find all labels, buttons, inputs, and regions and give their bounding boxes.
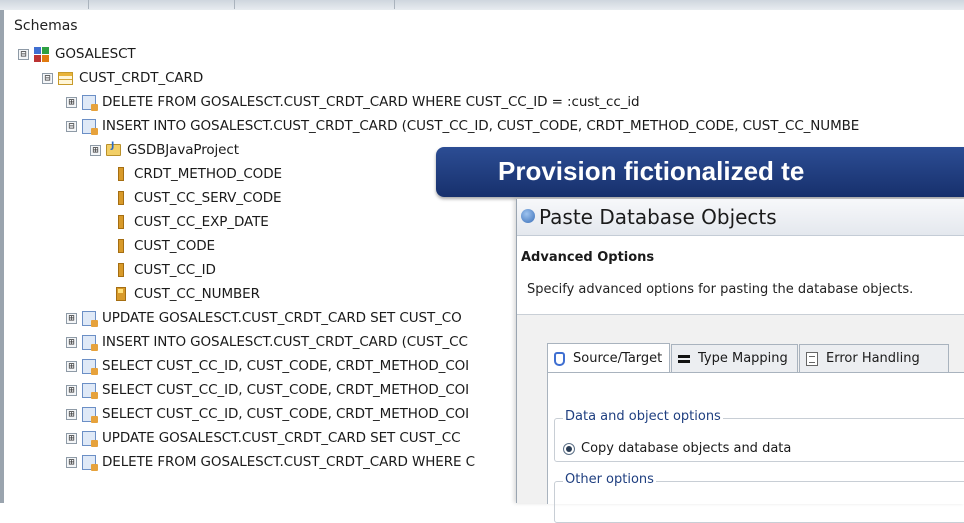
primary-key-column-icon [116, 287, 126, 301]
sql-statement-icon [82, 454, 98, 471]
statement-label: SELECT CUST_CC_ID, CUST_CODE, CRDT_METHO… [102, 382, 470, 398]
statement-label: SELECT CUST_CC_ID, CUST_CODE, CRDT_METHO… [102, 358, 470, 374]
group-label: Other options [563, 472, 656, 487]
expand-toggle-icon[interactable]: ⊞ [66, 384, 77, 396]
tree-node-statement[interactable]: ⊞ SELECT CUST_CC_ID, CUST_CODE, CRDT_MET… [66, 402, 469, 426]
banner-text: Provision fictionalized te [498, 156, 805, 186]
tree-node-statement[interactable]: ⊞ SELECT CUST_CC_ID, CUST_CODE, CRDT_MET… [66, 354, 469, 378]
tree-node-table[interactable]: ⊟ CUST_CRDT_CARD [42, 66, 203, 90]
sql-statement-icon [82, 382, 98, 399]
collapse-toggle-icon[interactable]: ⊟ [42, 72, 53, 84]
tab-label: Source/Target [573, 351, 663, 366]
dialog-app-icon [521, 209, 535, 223]
tree-node-column[interactable]: CRDT_METHOD_CODE [116, 162, 282, 186]
tab-source-target[interactable]: Source/Target [547, 343, 670, 373]
collapse-toggle-icon[interactable]: ⊟ [18, 48, 29, 60]
tab-error-handling[interactable]: Error Handling [799, 344, 949, 372]
collapse-toggle-icon[interactable]: ⊟ [66, 120, 77, 132]
copy-objects-and-data-option[interactable]: Copy database objects and data [563, 441, 791, 456]
document-icon [806, 351, 818, 366]
dialog-heading: Advanced Options [521, 250, 655, 265]
column-icon [118, 239, 124, 253]
expand-toggle-icon[interactable]: ⊞ [66, 360, 77, 372]
expand-toggle-icon[interactable]: ⊞ [90, 144, 101, 156]
sql-statement-icon [82, 358, 98, 375]
tree-node-project[interactable]: ⊞ GSDBJavaProject [90, 138, 239, 162]
tree-node-statement[interactable]: ⊞ DELETE FROM GOSALESCT.CUST_CRDT_CARD W… [66, 90, 640, 114]
column-label: CUST_CODE [134, 238, 215, 254]
table-icon [58, 71, 73, 85]
statement-label: DELETE FROM GOSALESCT.CUST_CRDT_CARD WHE… [102, 94, 640, 110]
statement-label: UPDATE GOSALESCT.CUST_CRDT_CARD SET CUST… [102, 310, 462, 326]
statement-label: INSERT INTO GOSALESCT.CUST_CRDT_CARD (CU… [102, 118, 860, 134]
radio-selected-icon[interactable] [563, 442, 575, 455]
radio-label: Copy database objects and data [581, 441, 792, 456]
column-icon [118, 167, 124, 181]
java-project-icon [106, 141, 121, 156]
tree-node-statement[interactable]: ⊟ INSERT INTO GOSALESCT.CUST_CRDT_CARD (… [66, 114, 859, 138]
title-banner: Provision fictionalized te [436, 147, 964, 197]
column-label: CUST_CC_ID [134, 262, 216, 278]
tree-node-statement[interactable]: ⊞ UPDATE GOSALESCT.CUST_CRDT_CARD SET CU… [66, 306, 462, 330]
statement-label: UPDATE GOSALESCT.CUST_CRDT_CARD SET CUST… [102, 430, 461, 446]
dialog-title: Paste Database Objects [539, 205, 777, 229]
sql-statement-icon [82, 310, 98, 327]
mapping-icon [678, 353, 690, 365]
statement-label: INSERT INTO GOSALESCT.CUST_CRDT_CARD (CU… [102, 334, 468, 350]
schema-icon [34, 46, 49, 62]
expand-toggle-icon[interactable]: ⊞ [66, 312, 77, 324]
group-label: Data and object options [563, 409, 723, 424]
column-icon [118, 215, 124, 229]
dialog-title-bar[interactable]: Paste Database Objects [517, 199, 964, 236]
project-label: GSDBJavaProject [127, 142, 239, 158]
tree-node-statement[interactable]: ⊞ UPDATE GOSALESCT.CUST_CRDT_CARD SET CU… [66, 426, 461, 450]
tree-node-column[interactable]: CUST_CC_EXP_DATE [116, 210, 269, 234]
sql-statement-icon [82, 406, 98, 423]
expand-toggle-icon[interactable]: ⊞ [66, 408, 77, 420]
toolbar-tab[interactable] [234, 0, 395, 9]
tab-label: Error Handling [826, 351, 920, 366]
schema-label: GOSALESCT [55, 46, 136, 62]
expand-toggle-icon[interactable]: ⊞ [66, 456, 77, 468]
expand-toggle-icon[interactable]: ⊞ [66, 96, 77, 108]
dialog-description: Specify advanced options for pasting the… [527, 282, 914, 297]
tree-node-schema[interactable]: ⊟ GOSALESCT [18, 42, 136, 66]
source-target-panel: Data and object options Copy database ob… [547, 372, 964, 523]
dialog-header-area: Advanced Options Specify advanced option… [517, 236, 964, 315]
table-label: CUST_CRDT_CARD [79, 70, 204, 86]
sql-statement-icon [82, 118, 98, 135]
tree-node-column[interactable]: CUST_CC_SERV_CODE [116, 186, 282, 210]
database-icon [554, 351, 565, 366]
toolbar-tab[interactable] [88, 0, 235, 9]
sql-statement-icon [82, 334, 98, 351]
tree-node-column[interactable]: CUST_CC_ID [116, 258, 216, 282]
schemas-header: Schemas [14, 18, 78, 34]
data-and-object-options-group: Data and object options Copy database ob… [554, 409, 964, 462]
statement-label: DELETE FROM GOSALESCT.CUST_CRDT_CARD WHE… [102, 454, 475, 470]
column-label: CRDT_METHOD_CODE [134, 166, 282, 182]
tree-node-statement[interactable]: ⊞ INSERT INTO GOSALESCT.CUST_CRDT_CARD (… [66, 330, 468, 354]
tree-node-column[interactable]: CUST_CC_NUMBER [116, 282, 260, 306]
tab-label: Type Mapping [698, 351, 788, 366]
expand-toggle-icon[interactable]: ⊞ [66, 336, 77, 348]
tree-node-column[interactable]: CUST_CODE [116, 234, 215, 258]
other-options-group: Other options [554, 472, 964, 523]
column-label: CUST_CC_SERV_CODE [134, 190, 282, 206]
paste-database-objects-dialog: Paste Database Objects Advanced Options … [516, 199, 964, 523]
column-icon [118, 263, 124, 277]
tree-node-statement[interactable]: ⊞ DELETE FROM GOSALESCT.CUST_CRDT_CARD W… [66, 450, 475, 474]
column-label: CUST_CC_NUMBER [134, 286, 260, 302]
expand-toggle-icon[interactable]: ⊞ [66, 432, 77, 444]
toolbar-tab[interactable] [0, 0, 89, 9]
statement-label: SELECT CUST_CC_ID, CUST_CODE, CRDT_METHO… [102, 406, 470, 422]
sql-statement-icon [82, 94, 98, 111]
sql-statement-icon [82, 430, 98, 447]
column-icon [118, 191, 124, 205]
tab-type-mapping[interactable]: Type Mapping [671, 344, 798, 372]
tree-node-statement[interactable]: ⊞ SELECT CUST_CC_ID, CUST_CODE, CRDT_MET… [66, 378, 469, 402]
column-label: CUST_CC_EXP_DATE [134, 214, 269, 230]
